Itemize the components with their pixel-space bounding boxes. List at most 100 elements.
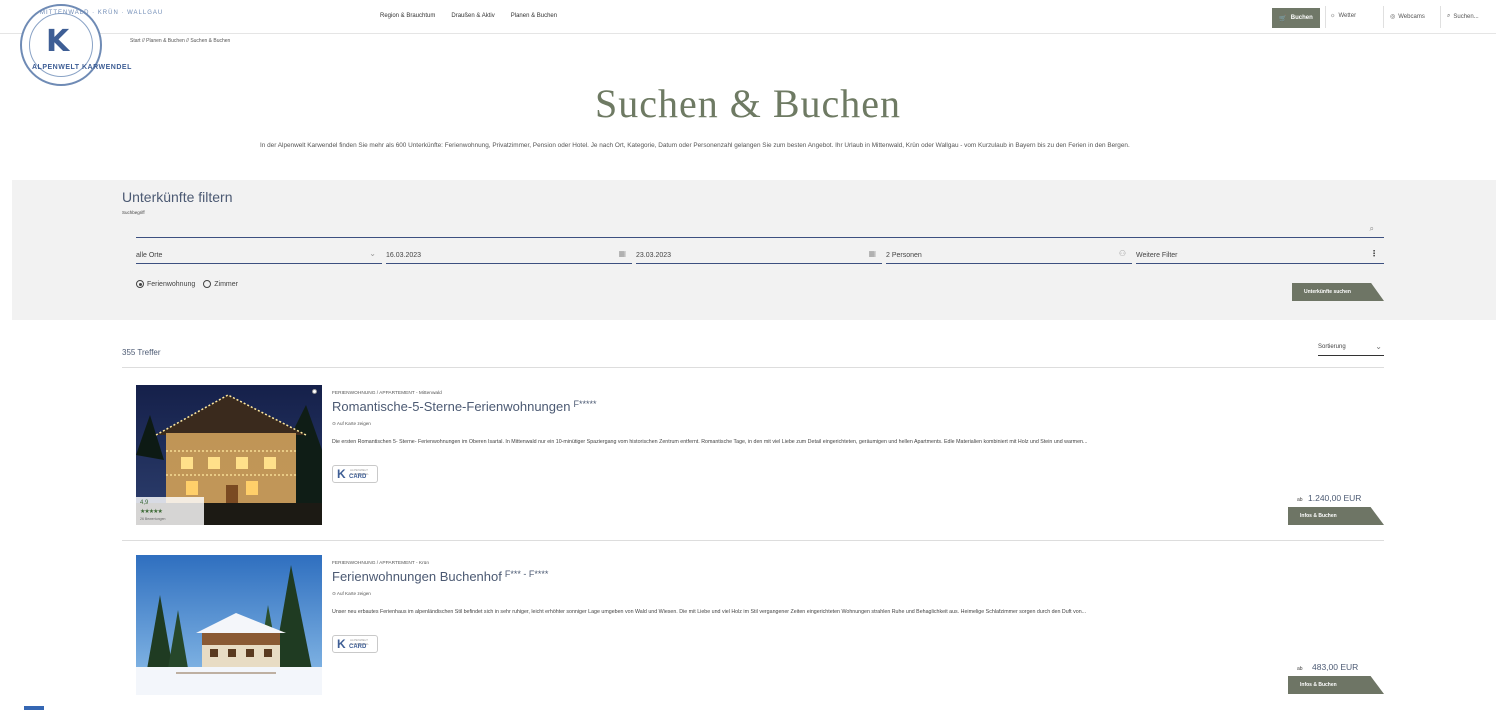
listing-category: FERIENWOHNUNG / APPARTEMENT - Krün — [332, 561, 430, 566]
more-filters-label: Weitere Filter — [1136, 252, 1178, 259]
card-badge-label: CARD — [349, 474, 367, 480]
listing-price: 1.240,00 EUR — [1308, 493, 1362, 503]
listing-description: Die ersten Romantischen 5- Sterne- Ferie… — [332, 439, 1088, 445]
search-label: Suchbegriff — [122, 210, 145, 215]
logo-arc-top: MITTENWALD · KRÜN · WALLGAU — [40, 10, 164, 16]
header-search-label: Suchen... — [1453, 13, 1479, 20]
filter-panel: Unterkünfte filtern Suchbegriff ⌕ alle O… — [12, 180, 1496, 320]
house-winter-image — [136, 555, 322, 695]
listing-title[interactable]: Romantische-5-Sterne-Ferienwohnungen F***… — [332, 399, 596, 414]
calendar-icon: ▦ — [868, 249, 876, 258]
radio-unchecked-icon — [203, 280, 212, 288]
sort-label: Sortierung — [1318, 344, 1346, 350]
listing-stars: F***** — [573, 399, 597, 409]
weather-icon: ☼ — [1330, 13, 1336, 19]
listing-title-text: Ferienwohnungen Buchenhof — [332, 569, 502, 584]
listing-stars: F*** - F**** — [504, 569, 549, 579]
map-pin-icon: ⊙ — [332, 591, 336, 596]
more-filters[interactable]: Weitere Filter ⋮ — [1136, 246, 1384, 264]
result-count: 355 Treffer — [122, 348, 161, 357]
listing-description: Unser neu erbautes Ferienhaus im alpenlä… — [332, 609, 1087, 615]
result-card: 4,9 ★★★★★ 26 Bewertungen FERIENWOHNUNG /… — [122, 385, 1384, 541]
card-logo-icon: K — [337, 637, 346, 651]
type-radio-group: Ferienwohnung Zimmer — [136, 280, 238, 288]
logo-letter: K — [46, 24, 70, 59]
radio-zimmer-label: Zimmer — [214, 280, 238, 288]
calendar-icon: ▦ — [618, 249, 626, 258]
search-input[interactable]: ⌕ — [136, 220, 1384, 238]
date-to-field[interactable]: 23.03.2023 ▦ — [636, 246, 882, 264]
infos-buchen-button[interactable]: Infos & Buchen — [1288, 507, 1384, 525]
rating-badge: 4,9 ★★★★★ 26 Bewertungen — [136, 497, 204, 525]
site-logo[interactable]: MITTENWALD · KRÜN · WALLGAU K ALPENWELT … — [20, 4, 162, 86]
card-logo-icon: K — [337, 467, 346, 481]
persons-icon: ⚇ — [1118, 249, 1126, 258]
divider — [1440, 6, 1441, 28]
logo-arc-bottom: ALPENWELT KARWENDEL — [32, 64, 132, 71]
show-on-map-label: Auf Karte zeigen — [336, 421, 371, 426]
date-from-value: 16.03.2023 — [386, 252, 422, 259]
buchen-label: Buchen — [1290, 15, 1313, 21]
radio-ferienwohnung[interactable]: Ferienwohnung — [136, 280, 195, 288]
price-prefix: ab — [1297, 497, 1303, 503]
nav-item-region[interactable]: Region & Brauchtum — [380, 13, 435, 19]
listing-price: 483,00 EUR — [1312, 662, 1359, 672]
rating-count: 26 Bewertungen — [140, 517, 166, 521]
buchen-button[interactable]: 🛒 Buchen — [1272, 8, 1320, 28]
search-icon: ⌕ — [1447, 13, 1451, 19]
search-icon[interactable]: ⌕ — [1370, 224, 1374, 234]
listing-title[interactable]: Ferienwohnungen Buchenhof F*** - F**** — [332, 569, 548, 584]
page-intro: In der Alpenwelt Karwendel finden Sie me… — [260, 142, 1130, 149]
listing-category: FERIENWOHNUNG / APPARTEMENT - Mittenwald — [332, 391, 442, 396]
favorite-icon[interactable] — [312, 389, 317, 394]
divider — [122, 540, 1384, 541]
card-badge-label: CARD — [349, 644, 367, 650]
listing-title-text: Romantische-5-Sterne-Ferienwohnungen — [332, 399, 571, 414]
top-header: Region & Brauchtum Draußen & Aktiv Plane… — [0, 0, 1496, 34]
date-from-field[interactable]: 16.03.2023 ▦ — [386, 246, 632, 264]
breadcrumb[interactable]: Start // Planen & Buchen // Suchen & Buc… — [130, 38, 230, 44]
more-vertical-icon: ⋮ — [1370, 249, 1378, 258]
divider — [1383, 6, 1384, 28]
cookie-settings-button[interactable] — [24, 706, 44, 710]
chevron-down-icon: ⌄ — [369, 249, 376, 258]
radio-zimmer[interactable]: Zimmer — [203, 280, 238, 288]
filter-title: Unterkünfte filtern — [122, 189, 233, 205]
page-title: Suchen & Buchen — [594, 81, 902, 126]
show-on-map-label: Auf Karte zeigen — [336, 591, 371, 596]
main-nav: Region & Brauchtum Draußen & Aktiv Plane… — [380, 13, 557, 19]
cart-icon: 🛒 — [1279, 15, 1287, 22]
webcam-icon: ◎ — [1390, 14, 1396, 20]
listing-image[interactable]: 4,9 ★★★★★ 26 Bewertungen — [136, 385, 322, 525]
price-prefix: ab — [1297, 666, 1303, 672]
listing-image[interactable] — [136, 555, 322, 695]
webcams-link[interactable]: ◎ Webcams — [1390, 13, 1425, 21]
wetter-link[interactable]: ☼ Wetter — [1330, 13, 1356, 19]
persons-value: 2 Personen — [886, 252, 922, 259]
nav-item-draussen[interactable]: Draußen & Aktiv — [451, 13, 494, 19]
radio-checked-icon — [136, 280, 144, 288]
ort-value: alle Orte — [136, 252, 163, 259]
karwendel-card-badge: K ALPENWELT KARWENDEL CARD — [332, 465, 378, 483]
show-on-map-link[interactable]: ⊙ Auf Karte zeigen — [332, 421, 371, 427]
result-card: FERIENWOHNUNG / APPARTEMENT - Krün Ferie… — [122, 555, 1384, 708]
divider — [122, 367, 1384, 368]
sort-select[interactable]: Sortierung ⌄ — [1318, 342, 1384, 356]
search-submit-button[interactable]: Unterkünfte suchen — [1292, 283, 1384, 301]
date-to-value: 23.03.2023 — [636, 252, 672, 259]
karwendel-card-badge: K ALPENWELT KARWENDEL CARD — [332, 635, 378, 653]
wetter-label: Wetter — [1338, 13, 1357, 19]
ort-select[interactable]: alle Orte ⌄ — [136, 246, 382, 264]
rating-stars-icon: ★★★★★ — [140, 509, 163, 515]
divider — [1325, 6, 1326, 28]
persons-field[interactable]: 2 Personen ⚇ — [886, 246, 1132, 264]
radio-ferienwohnung-label: Ferienwohnung — [147, 280, 196, 288]
header-search[interactable]: ⌕ Suchen... — [1447, 13, 1479, 20]
infos-buchen-button[interactable]: Infos & Buchen — [1288, 676, 1384, 694]
map-pin-icon: ⊙ — [332, 421, 336, 426]
show-on-map-link[interactable]: ⊙ Auf Karte zeigen — [332, 591, 371, 597]
rating-value: 4,9 — [140, 500, 149, 506]
nav-item-planen[interactable]: Planen & Buchen — [511, 13, 557, 19]
webcams-label: Webcams — [1398, 13, 1425, 20]
chevron-down-icon: ⌄ — [1375, 342, 1382, 351]
